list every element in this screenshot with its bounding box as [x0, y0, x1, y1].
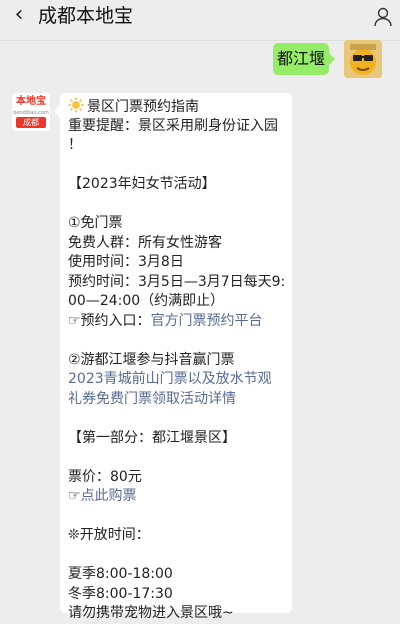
text-line: 预约时间：3月5日—3月7日每天9:: [68, 273, 286, 290]
top-bar: ‹ 成都本地宝: [0, 0, 400, 41]
ticket-price: 票价：80元: [68, 468, 142, 485]
text-line: ②游都江堰参与抖音赢门票: [68, 351, 235, 368]
reservation-platform-link[interactable]: 官方门票预约平台: [151, 313, 263, 329]
section-heading: 【第一部分：都江堰景区】: [68, 429, 236, 446]
text-line: 免费人群：所有女性游客: [68, 234, 222, 251]
buy-ticket-link[interactable]: 点此购票: [81, 488, 137, 504]
guide-title: 景区门票预约指南: [87, 99, 199, 115]
person-icon: [374, 7, 392, 27]
winter-hours: 冬季8:00-17:30: [68, 585, 173, 602]
text-line: 重要提醒：景区采用刷身份证入园: [68, 117, 278, 134]
bot-message-content: 景区门票预约指南 重要提醒：景区采用刷身份证入园 ！ 【2023年妇女节活动】 …: [68, 97, 290, 624]
user-message-bubble[interactable]: 都江堰: [273, 43, 335, 75]
bot-message-bubble: 景区门票预约指南 重要提醒：景区采用刷身份证入园 ！ 【2023年妇女节活动】 …: [54, 93, 292, 621]
user-avatar[interactable]: [344, 40, 382, 78]
summer-hours: 夏季8:00-18:00: [68, 566, 173, 582]
chevron-left-icon: ‹: [14, 2, 24, 27]
text-line: ！: [68, 137, 82, 153]
section-heading: 【2023年妇女节活动】: [68, 176, 216, 192]
text-line: 使用时间：3月8日: [68, 254, 184, 270]
page-title: 成都本地宝: [38, 5, 134, 27]
sun-icon: [68, 97, 84, 113]
activity-details-link-cont[interactable]: 礼券免费门票领取活动详情: [68, 390, 290, 410]
user-message-text: 都江堰: [276, 49, 325, 68]
pointer-label: ☞: [68, 488, 81, 504]
text-line: 00—24:00（约满即止）: [68, 293, 225, 309]
pet-notice: 请勿携带宠物进入景区哦~: [68, 605, 234, 621]
bot-avatar[interactable]: 本地宝 bendibao.com 成都: [12, 93, 50, 131]
back-button[interactable]: ‹: [8, 4, 30, 26]
reservation-entry-label: ☞预约入口：: [68, 312, 151, 329]
avatar-brand-text: 本地宝: [12, 93, 50, 111]
activity-details-link[interactable]: 2023青城前山门票以及放水节观: [68, 370, 290, 390]
avatar-city-text: 成都: [16, 117, 46, 128]
profile-button[interactable]: [372, 4, 396, 28]
avatar-domain-text: bendibao.com: [13, 110, 49, 116]
opening-hours-heading: ❊开放时间：: [68, 527, 150, 543]
avatar-image: [344, 40, 382, 78]
text-line: ①免门票: [68, 215, 123, 231]
